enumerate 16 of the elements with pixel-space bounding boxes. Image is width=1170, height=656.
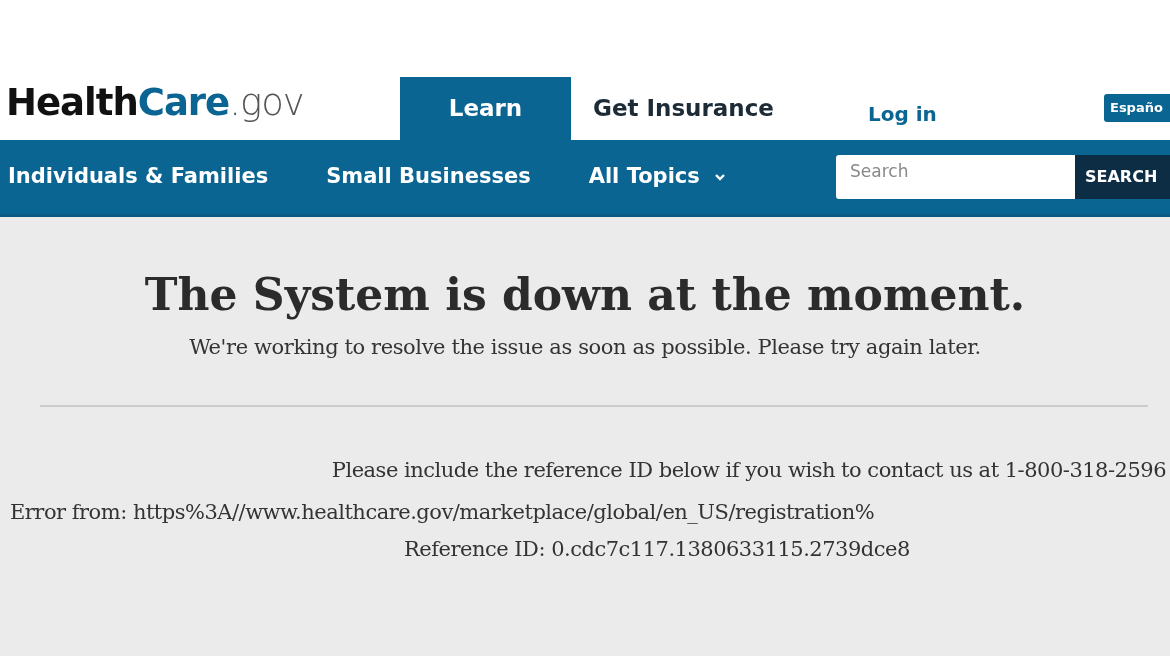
login-link[interactable]: Log in: [867, 99, 937, 140]
error-message: We're working to resolve the issue as soon as possible. Please try again later.: [188, 333, 982, 361]
language-button[interactable]: Españo: [1104, 94, 1170, 122]
nav-link[interactable]: Small Businesses: [326, 161, 531, 193]
nav-link[interactable]: Individuals & Families: [8, 161, 269, 193]
site-logo[interactable]: HealthCare.gov: [0, 77, 400, 140]
contact-text: Please include the reference ID below if you wish to contact us at 1-800-318-2596: [330, 457, 1167, 485]
dropdown-link[interactable]: All Topics: [588, 161, 726, 193]
error-heading: The System is down at the moment.: [143, 269, 1027, 322]
nav-tab[interactable]: Get Insurance: [571, 77, 796, 140]
reference-id-text: Reference ID: 0.cdc7c117.1380633115.2739dce8: [403, 536, 911, 564]
search-button[interactable]: SEARCH: [1075, 155, 1170, 199]
error-source-text: Error from: https%3A//www.healthcare.gov/marketplace/global/en_US/registration%: [9, 498, 876, 526]
nav-tab[interactable]: Learn: [400, 77, 571, 140]
chevron-down-icon: [713, 173, 726, 181]
search-field[interactable]: Search: [836, 155, 1075, 199]
